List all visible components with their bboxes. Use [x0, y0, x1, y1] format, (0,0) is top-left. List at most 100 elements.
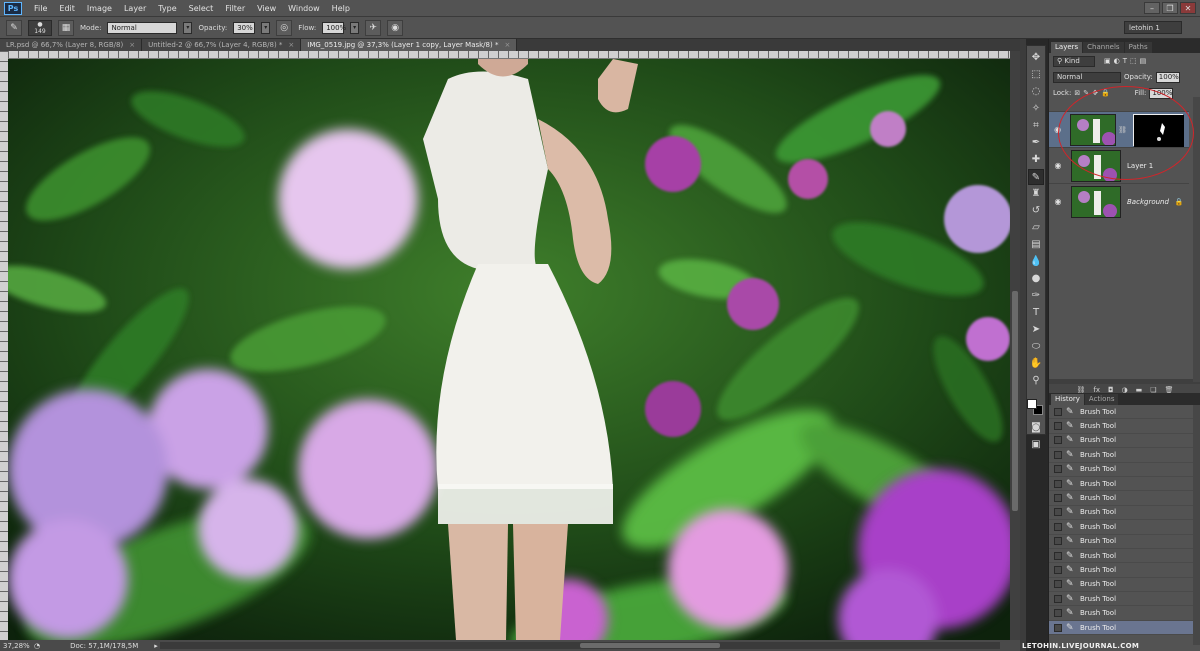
hand-tool-icon[interactable]: ✋	[1028, 356, 1044, 372]
tab-actions[interactable]: Actions	[1084, 394, 1119, 405]
doc-tab-untitled-2[interactable]: Untitled-2 @ 66,7% (Layer 4, RGB/8) * ×	[142, 39, 302, 51]
history-source-checkbox[interactable]	[1054, 422, 1062, 431]
visibility-eye-icon[interactable]: ◉	[1053, 197, 1063, 206]
horizontal-scrollbar[interactable]	[160, 642, 1000, 649]
doc-tab-img-0519[interactable]: IMG_0519.jpg @ 37,3% (Layer 1 copy, Laye…	[301, 39, 518, 51]
quick-select-tool-icon[interactable]: ✧	[1028, 101, 1044, 117]
horizontal-scroll-thumb[interactable]	[580, 643, 720, 648]
history-item[interactable]: ✎ Brush Tool	[1049, 606, 1200, 621]
tab-channels[interactable]: Channels	[1083, 42, 1124, 53]
minimize-icon[interactable]: –	[1144, 2, 1160, 14]
menu-edit[interactable]: Edit	[53, 0, 81, 17]
layer-row-background[interactable]: ◉ Background 🔒	[1049, 183, 1189, 219]
restore-icon[interactable]: ❐	[1162, 2, 1178, 14]
menu-type[interactable]: Type	[152, 0, 182, 17]
mode-select[interactable]: Normal	[107, 21, 178, 34]
history-source-checkbox[interactable]	[1054, 407, 1062, 416]
airbrush-icon[interactable]: ✈	[365, 19, 382, 36]
mode-dropdown-icon[interactable]: ▾	[183, 21, 193, 34]
layer-opacity-input[interactable]: 100%	[1155, 71, 1180, 83]
history-source-checkbox[interactable]	[1054, 594, 1062, 603]
history-item[interactable]: ✎ Brush Tool	[1049, 592, 1200, 607]
lock-transparent-icon[interactable]: ⊠	[1074, 89, 1080, 97]
opacity-input[interactable]: 30%	[233, 21, 256, 34]
menu-window[interactable]: Window	[282, 0, 326, 17]
blur-tool-icon[interactable]: 💧	[1028, 254, 1044, 270]
path-select-tool-icon[interactable]: ➤	[1028, 322, 1044, 338]
shape-tool-icon[interactable]: ⬭	[1028, 339, 1044, 355]
history-item[interactable]: ✎ Brush Tool	[1049, 563, 1200, 578]
lasso-tool-icon[interactable]: ◌	[1028, 84, 1044, 100]
history-item[interactable]: ✎ Brush Tool	[1049, 620, 1200, 636]
filter-icons[interactable]: ▣◐T⬚▤	[1104, 57, 1149, 65]
history-item[interactable]: ✎ Brush Tool	[1049, 491, 1200, 506]
brush-panel-toggle-icon[interactable]: ▦	[58, 19, 74, 36]
status-menu-icon[interactable]: ▸	[154, 642, 158, 650]
dodge-tool-icon[interactable]: ●	[1028, 271, 1044, 287]
tab-layers[interactable]: Layers	[1051, 42, 1083, 53]
doc-tab-lr[interactable]: LR.psd @ 66,7% (Layer 8, RGB/8) ×	[0, 39, 143, 51]
brush-tool-preset-icon[interactable]: ✎	[6, 19, 22, 36]
menu-file[interactable]: File	[28, 0, 53, 17]
pen-tool-icon[interactable]: ✑	[1028, 288, 1044, 304]
history-item[interactable]: ✎ Brush Tool	[1049, 448, 1200, 463]
menu-filter[interactable]: Filter	[219, 0, 251, 17]
document-canvas[interactable]	[8, 59, 1010, 640]
screen-mode-icon[interactable]: ▣	[1028, 437, 1044, 453]
close-icon[interactable]: ✕	[1180, 2, 1196, 14]
layer-name[interactable]: Background	[1127, 198, 1169, 206]
pressure-opacity-icon[interactable]: ◎	[276, 19, 293, 36]
healing-brush-tool-icon[interactable]: ✚	[1028, 152, 1044, 168]
menu-help[interactable]: Help	[326, 0, 356, 17]
tab-history[interactable]: History	[1051, 394, 1084, 405]
history-item[interactable]: ✎ Brush Tool	[1049, 506, 1200, 521]
vertical-scroll-thumb[interactable]	[1012, 291, 1018, 511]
history-item[interactable]: ✎ Brush Tool	[1049, 419, 1200, 434]
history-item[interactable]: ✎ Brush Tool	[1049, 477, 1200, 492]
move-tool-icon[interactable]: ✥	[1028, 50, 1044, 66]
history-source-checkbox[interactable]	[1054, 580, 1062, 589]
history-item[interactable]: ✎ Brush Tool	[1049, 535, 1200, 549]
menu-select[interactable]: Select	[183, 0, 220, 17]
flow-input[interactable]: 100%	[322, 21, 346, 34]
marquee-tool-icon[interactable]: ⬚	[1028, 67, 1044, 83]
clone-stamp-tool-icon[interactable]: ♜	[1028, 186, 1044, 202]
menu-layer[interactable]: Layer	[118, 0, 152, 17]
menu-image[interactable]: Image	[81, 0, 118, 17]
vertical-ruler[interactable]	[0, 51, 8, 640]
history-source-checkbox[interactable]	[1054, 508, 1062, 517]
history-source-checkbox[interactable]	[1054, 537, 1062, 546]
eyedropper-tool-icon[interactable]: ✒	[1028, 135, 1044, 151]
quick-mask-icon[interactable]: ◙	[1028, 420, 1044, 436]
history-source-checkbox[interactable]	[1054, 479, 1062, 488]
history-item[interactable]: ✎ Brush Tool	[1049, 520, 1200, 535]
foreground-color-swatch[interactable]	[1027, 399, 1037, 409]
workspace-select[interactable]: letohin 1	[1124, 21, 1182, 34]
close-icon[interactable]: ×	[288, 39, 294, 51]
vertical-scrollbar[interactable]	[1010, 51, 1020, 640]
history-source-checkbox[interactable]	[1054, 565, 1062, 574]
history-item[interactable]: ✎ Brush Tool	[1049, 405, 1200, 420]
history-source-checkbox[interactable]	[1054, 436, 1062, 445]
brush-size-picker[interactable]: ● 149	[28, 19, 52, 36]
zoom-level[interactable]: 37,28%	[0, 642, 30, 650]
type-tool-icon[interactable]: T	[1028, 305, 1044, 321]
doc-size-info[interactable]: Doc: 57,1M/178,5M	[70, 642, 138, 650]
history-item[interactable]: ✎ Brush Tool	[1049, 549, 1200, 564]
visibility-eye-icon[interactable]: ◉	[1053, 161, 1063, 170]
blend-mode-select[interactable]: Normal	[1053, 71, 1121, 83]
history-source-checkbox[interactable]	[1054, 465, 1062, 474]
history-scrollbar[interactable]	[1193, 405, 1200, 645]
history-item[interactable]: ✎ Brush Tool	[1049, 578, 1200, 593]
zoom-tool-icon[interactable]: ⚲	[1028, 373, 1044, 389]
history-source-checkbox[interactable]	[1054, 522, 1062, 531]
close-icon[interactable]: ×	[504, 39, 510, 51]
opacity-slider-icon[interactable]: ▾	[261, 21, 271, 34]
eraser-tool-icon[interactable]: ▱	[1028, 220, 1044, 236]
flow-slider-icon[interactable]: ▾	[350, 21, 360, 34]
crop-tool-icon[interactable]: ⌗	[1028, 118, 1044, 134]
kind-filter-select[interactable]: ⚲ Kind	[1053, 55, 1095, 67]
history-item[interactable]: ✎ Brush Tool	[1049, 463, 1200, 477]
history-source-checkbox[interactable]	[1054, 551, 1062, 560]
brush-tool-icon[interactable]: ✎	[1028, 169, 1044, 185]
